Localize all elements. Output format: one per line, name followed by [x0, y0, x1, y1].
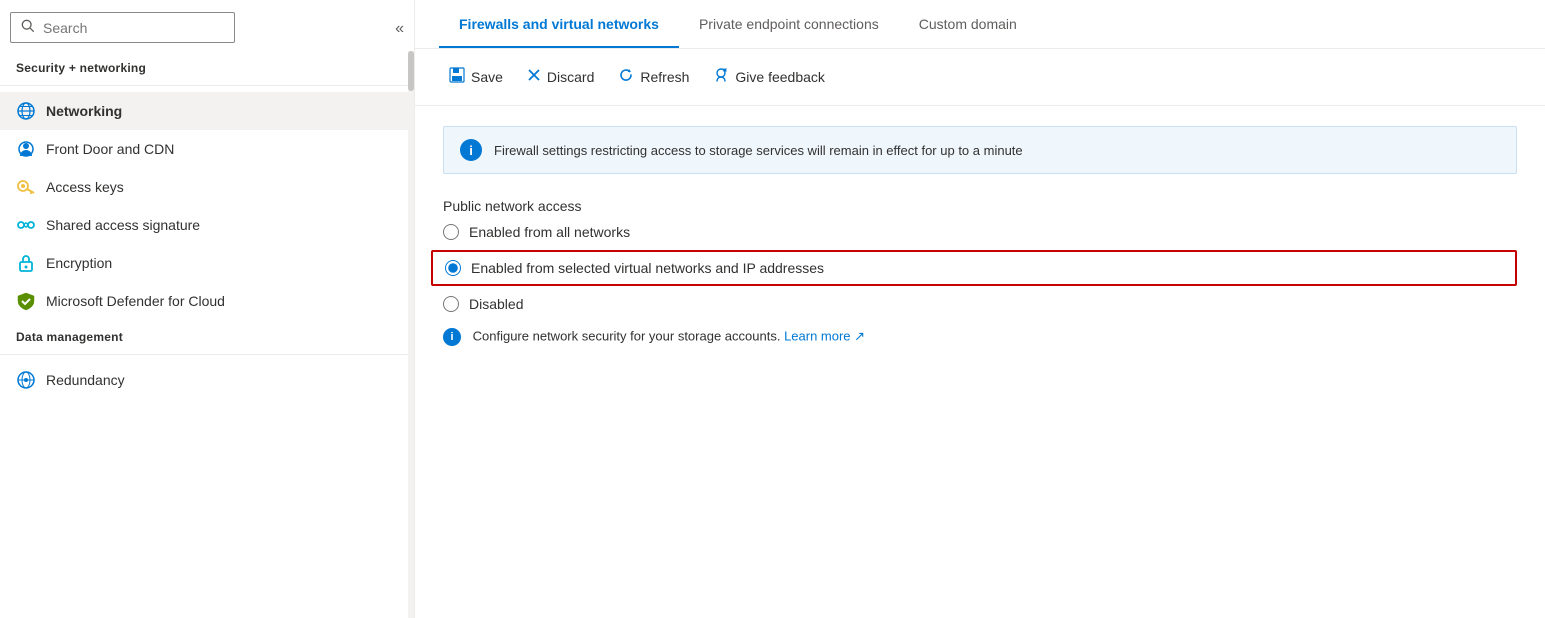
search-input[interactable]	[43, 20, 224, 36]
learn-more-link[interactable]: Learn more ↗	[784, 328, 865, 343]
main-content: Firewalls and virtual networks Private e…	[415, 0, 1545, 618]
radio-disabled-label: Disabled	[469, 296, 523, 312]
tabs-bar: Firewalls and virtual networks Private e…	[415, 0, 1545, 49]
learn-more-section: i Configure network security for your st…	[443, 328, 1517, 346]
access-keys-icon	[16, 177, 36, 197]
save-label: Save	[471, 69, 503, 85]
info-banner-text: Firewall settings restricting access to …	[494, 143, 1023, 158]
info-icon: i	[460, 139, 482, 161]
sidebar-item-networking[interactable]: Networking	[0, 92, 414, 130]
feedback-label: Give feedback	[735, 69, 825, 85]
radio-selected-networks-label: Enabled from selected virtual networks a…	[471, 260, 824, 276]
sidebar-item-front-door-label: Front Door and CDN	[46, 141, 174, 157]
divider-security	[0, 85, 414, 86]
sidebar-item-redundancy[interactable]: Redundancy	[0, 361, 414, 399]
scrollbar-thumb[interactable]	[408, 51, 414, 91]
sidebar-item-defender-label: Microsoft Defender for Cloud	[46, 293, 225, 309]
feedback-icon	[713, 67, 729, 87]
collapse-button[interactable]: «	[395, 20, 404, 38]
redundancy-icon	[16, 370, 36, 390]
sidebar-item-defender[interactable]: Microsoft Defender for Cloud	[0, 282, 414, 320]
sidebar-top: «	[0, 0, 414, 51]
radio-disabled[interactable]	[443, 296, 459, 312]
radio-item-all-networks[interactable]: Enabled from all networks	[443, 224, 1517, 240]
defender-icon	[16, 291, 36, 311]
learn-more-info-icon: i	[443, 328, 461, 346]
sidebar-item-shared-access-label: Shared access signature	[46, 217, 200, 233]
public-network-label: Public network access	[443, 198, 1517, 214]
sidebar-item-encryption[interactable]: Encryption	[0, 244, 414, 282]
sidebar-item-redundancy-label: Redundancy	[46, 372, 125, 388]
toolbar: Save Discard Refresh	[415, 49, 1545, 106]
radio-selected-row[interactable]: Enabled from selected virtual networks a…	[431, 250, 1517, 286]
radio-all-networks[interactable]	[443, 224, 459, 240]
sidebar: « Security + networking Networking	[0, 0, 415, 618]
content-area: i Firewall settings restricting access t…	[415, 106, 1545, 618]
info-banner: i Firewall settings restricting access t…	[443, 126, 1517, 174]
search-icon	[21, 19, 35, 36]
tab-custom-domain[interactable]: Custom domain	[899, 0, 1037, 48]
sidebar-item-encryption-label: Encryption	[46, 255, 112, 271]
radio-item-disabled[interactable]: Disabled	[443, 296, 1517, 312]
tab-firewalls[interactable]: Firewalls and virtual networks	[439, 0, 679, 48]
discard-label: Discard	[547, 69, 594, 85]
refresh-button[interactable]: Refresh	[608, 61, 699, 93]
learn-more-link-label: Learn more	[784, 328, 850, 343]
refresh-label: Refresh	[640, 69, 689, 85]
radio-all-networks-label: Enabled from all networks	[469, 224, 630, 240]
front-door-icon	[16, 139, 36, 159]
sidebar-scroll: Security + networking Networking	[0, 51, 414, 618]
tab-private-endpoint[interactable]: Private endpoint connections	[679, 0, 899, 48]
divider-data-mgmt	[0, 354, 414, 355]
feedback-button[interactable]: Give feedback	[703, 61, 835, 93]
encryption-icon	[16, 253, 36, 273]
learn-more-text: Configure network security for your stor…	[473, 328, 781, 343]
search-bar[interactable]	[10, 12, 235, 43]
shared-access-icon	[16, 215, 36, 235]
discard-button[interactable]: Discard	[517, 62, 604, 92]
radio-group: Enabled from all networks Enabled from s…	[443, 224, 1517, 312]
external-link-icon: ↗	[854, 328, 865, 343]
section-label-security: Security + networking	[0, 51, 414, 79]
sidebar-item-access-keys[interactable]: Access keys	[0, 168, 414, 206]
scrollbar-track	[408, 51, 414, 618]
save-icon	[449, 67, 465, 87]
sidebar-item-networking-label: Networking	[46, 103, 122, 119]
refresh-icon	[618, 67, 634, 87]
sidebar-item-front-door[interactable]: Front Door and CDN	[0, 130, 414, 168]
radio-selected-networks[interactable]	[445, 260, 461, 276]
save-button[interactable]: Save	[439, 61, 513, 93]
discard-icon	[527, 68, 541, 86]
sidebar-item-access-keys-label: Access keys	[46, 179, 124, 195]
sidebar-item-shared-access[interactable]: Shared access signature	[0, 206, 414, 244]
section-label-data-mgmt: Data management	[0, 320, 414, 348]
networking-icon	[16, 101, 36, 121]
